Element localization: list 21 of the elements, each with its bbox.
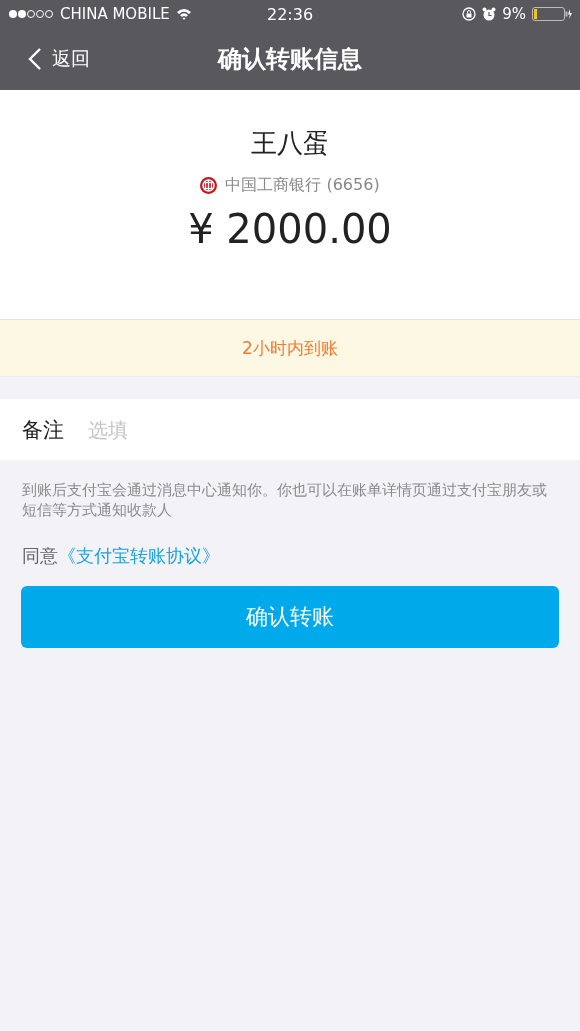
remark-input[interactable]: 选填 [86,416,580,443]
agree-text: 同意 [22,545,58,566]
hint-text: 到账后支付宝会通过消息中心通知你。你也可以在账单详情页通过支付宝朋友或短信等方式通知收款人 [22,481,548,520]
bank-logo-icon [200,177,218,194]
back-chevron-icon [28,47,42,71]
alarm-icon [482,7,497,21]
transfer-amount: ¥ 2000.00 [188,206,392,252]
remark-label: 备注 [22,416,64,444]
clock-time: 22:36 [266,4,314,24]
page-title: 确认转账信息 [218,44,362,75]
bank-account: 中国工商银行 (6656) [225,175,380,196]
battery-icon [532,7,572,21]
wifi-icon [175,8,192,20]
back-button[interactable]: 返回 [0,46,90,72]
signal-icon [8,9,54,19]
battery-percent: 9% [502,5,526,23]
remark-field[interactable]: 备注 选填 [0,399,580,460]
arrival-time-text: 2小时内到账 [242,336,338,360]
carrier-name: CHINA MOBILE [60,5,170,23]
payee-name: 王八蛋 [251,127,329,160]
rotation-lock-icon [462,7,477,21]
